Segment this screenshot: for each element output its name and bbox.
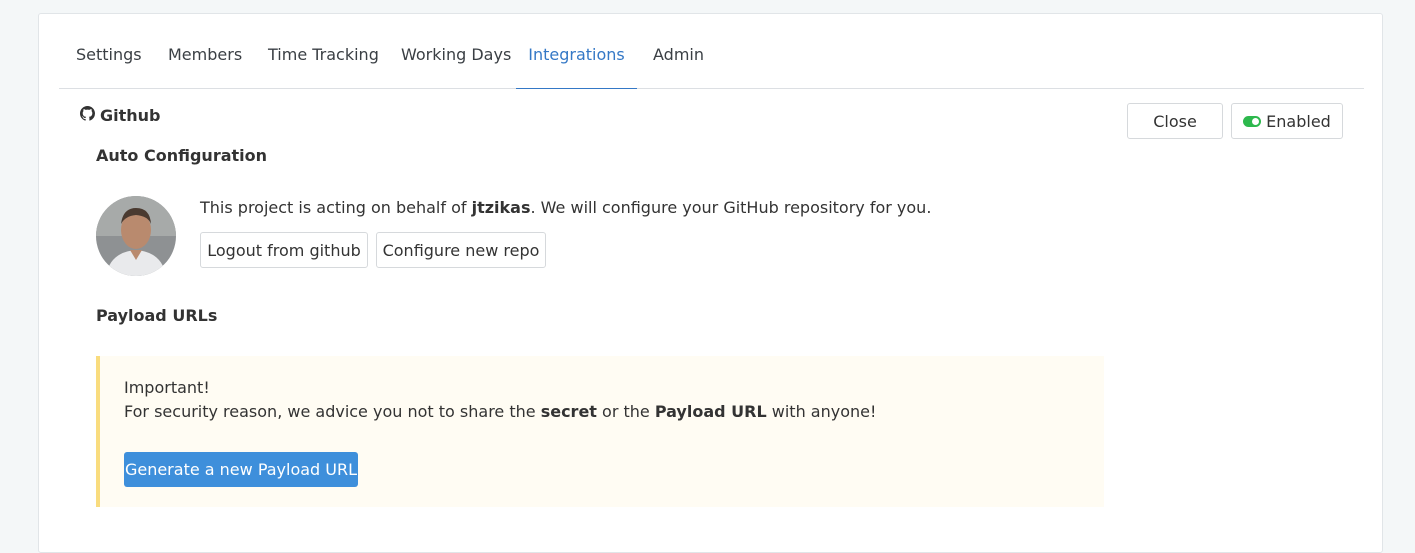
toggle-on-icon <box>1243 115 1262 127</box>
close-button-label: Close <box>1153 111 1197 131</box>
tab-time-tracking[interactable]: Time Tracking <box>268 41 379 89</box>
auto-configuration-title: Auto Configuration <box>96 146 268 165</box>
alert-text: Important! For security reason, we advic… <box>124 376 876 424</box>
logout-github-label: Logout from github <box>207 240 361 260</box>
alert-message-before: For security reason, we advice you not t… <box>124 402 541 421</box>
alert-message: For security reason, we advice you not t… <box>124 400 876 424</box>
behalf-text-before: This project is acting on behalf of <box>200 198 472 217</box>
tab-working-days[interactable]: Working Days <box>401 41 511 89</box>
security-warning-alert: Important! For security reason, we advic… <box>96 356 1104 507</box>
tab-admin[interactable]: Admin <box>653 41 704 89</box>
configure-repo-button[interactable]: Configure new repo <box>376 232 546 268</box>
enabled-toggle-button[interactable]: Enabled <box>1231 103 1343 139</box>
enabled-label: Enabled <box>1266 111 1331 131</box>
alert-message-mid: or the <box>596 402 655 421</box>
github-icon <box>80 106 95 125</box>
generate-payload-url-label: Generate a new Payload URL <box>124 460 358 479</box>
tab-integrations[interactable]: Integrations <box>516 41 637 89</box>
tab-settings[interactable]: Settings <box>76 41 142 89</box>
github-username: jtzikas <box>471 198 531 217</box>
alert-message-after: with anyone! <box>766 402 877 421</box>
tab-members[interactable]: Members <box>168 41 242 89</box>
payload-urls-title: Payload URLs <box>96 306 218 325</box>
avatar <box>96 196 176 276</box>
generate-payload-url-button[interactable]: Generate a new Payload URL <box>124 452 358 487</box>
behalf-text: This project is acting on behalf of jtzi… <box>200 198 931 217</box>
alert-important: Important! <box>124 378 210 397</box>
settings-tabs: Settings Members Time Tracking Working D… <box>59 41 1364 89</box>
alert-payload-url: Payload URL <box>654 402 767 421</box>
alert-secret: secret <box>540 402 597 421</box>
github-integration-title: Github <box>80 106 161 125</box>
behalf-text-after: . We will configure your GitHub reposito… <box>530 198 932 217</box>
logout-github-button[interactable]: Logout from github <box>200 232 368 268</box>
configure-repo-label: Configure new repo <box>382 240 540 260</box>
close-button[interactable]: Close <box>1127 103 1223 139</box>
github-title-label: Github <box>100 106 161 125</box>
project-settings-card: Settings Members Time Tracking Working D… <box>38 13 1383 553</box>
